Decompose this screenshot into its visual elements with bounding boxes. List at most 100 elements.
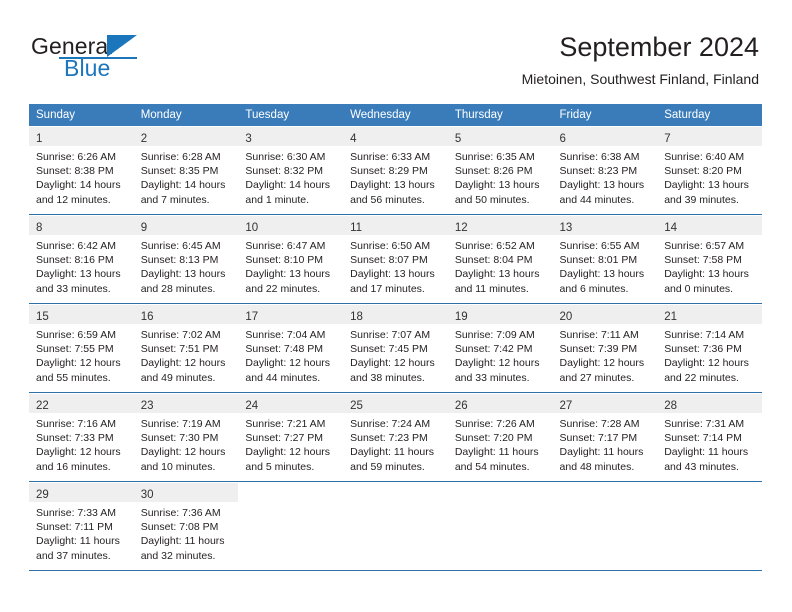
calendar-day-cell[interactable]: 27 Sunrise: 7:28 AM Sunset: 7:17 PM Dayligh… (552, 393, 658, 482)
sunset-text: Sunset: 8:01 PM (559, 254, 638, 267)
calendar-day-cell[interactable]: 17 Sunrise: 7:04 AM Sunset: 7:48 PM Dayligh… (238, 304, 344, 393)
calendar-day-cell[interactable]: 13 Sunrise: 6:55 AM Sunset: 8:01 PM Dayligh… (552, 215, 658, 304)
daylight-text-line1: Daylight: 13 hours (664, 268, 749, 281)
calendar-day-cell[interactable]: 15 Sunrise: 6:59 AM Sunset: 7:55 PM Dayligh… (29, 304, 134, 393)
calendar-day-cell[interactable]: 4 Sunrise: 6:33 AM Sunset: 8:29 PM Daylight… (343, 126, 448, 215)
calendar-week-row: 29 Sunrise: 7:33 AM Sunset: 7:11 PM Dayligh… (29, 482, 762, 571)
calendar-day-cell[interactable]: 14 Sunrise: 6:57 AM Sunset: 7:58 PM Dayligh… (657, 215, 762, 304)
sunset-text: Sunset: 7:30 PM (140, 432, 219, 445)
day-cell-body: 14 Sunrise: 6:57 AM Sunset: 7:58 PM Dayligh… (657, 215, 762, 304)
day-details: Sunrise: 7:11 AM Sunset: 7:39 PM Daylight:… (553, 324, 658, 385)
day-number: 7 (664, 133, 671, 145)
daylight-text-line1: Daylight: 12 hours (350, 357, 435, 370)
calendar-day-cell[interactable]: 19 Sunrise: 7:09 AM Sunset: 7:42 PM Dayligh… (447, 304, 553, 393)
day-cell-body: 15 Sunrise: 6:59 AM Sunset: 7:55 PM Dayligh… (29, 304, 134, 393)
calendar-day-cell[interactable]: 26 Sunrise: 7:26 AM Sunset: 7:20 PM Dayligh… (447, 393, 553, 482)
sunrise-text: Sunrise: 7:14 AM (664, 329, 745, 341)
calendar-empty-cell (343, 482, 448, 571)
calendar-day-cell[interactable]: 25 Sunrise: 7:24 AM Sunset: 7:23 PM Dayligh… (343, 393, 448, 482)
calendar-day-cell[interactable]: 23 Sunrise: 7:19 AM Sunset: 7:30 PM Dayligh… (133, 393, 239, 482)
day-number-band: 27 (552, 394, 658, 413)
daylight-text-line2: and 37 minutes. (36, 549, 111, 562)
calendar-page: General Blue September 2024 Mietoinen, S… (0, 0, 792, 612)
sunset-text: Sunset: 7:36 PM (664, 343, 742, 356)
day-number-band: 26 (447, 394, 553, 413)
sunrise-text: Sunrise: 7:09 AM (454, 329, 535, 341)
daylight-text-line2: and 38 minutes. (350, 371, 425, 384)
daylight-text-line2: and 44 minutes. (559, 193, 635, 206)
daylight-text-line2: and 10 minutes. (140, 460, 216, 473)
calendar-day-cell[interactable]: 30 Sunrise: 7:36 AM Sunset: 7:08 PM Dayligh… (133, 482, 239, 571)
calendar-day-cell[interactable]: 3 Sunrise: 6:30 AM Sunset: 8:32 PM Daylight… (238, 126, 344, 215)
brand-logo[interactable]: General Blue (31, 33, 261, 85)
calendar-day-cell[interactable]: 5 Sunrise: 6:35 AM Sunset: 8:26 PM Daylight… (447, 126, 553, 215)
calendar-day-cell[interactable]: 1 Sunrise: 6:26 AM Sunset: 8:38 PM Daylight… (29, 126, 134, 215)
sunrise-text: Sunrise: 7:02 AM (140, 329, 221, 341)
day-details: Sunrise: 6:52 AM Sunset: 8:04 PM Daylight:… (448, 235, 553, 296)
day-number-band (343, 483, 448, 502)
daylight-text-line2: and 27 minutes. (559, 371, 635, 384)
daylight-text-line1: Daylight: 12 hours (140, 446, 226, 459)
calendar-day-cell[interactable]: 10 Sunrise: 6:47 AM Sunset: 8:10 PM Dayligh… (238, 215, 344, 304)
day-number-band: 29 (29, 483, 134, 502)
day-number: 14 (664, 222, 678, 234)
calendar-day-cell[interactable]: 21 Sunrise: 7:14 AM Sunset: 7:36 PM Dayligh… (657, 304, 762, 393)
calendar-day-cell[interactable]: 28 Sunrise: 7:31 AM Sunset: 7:14 PM Dayligh… (657, 393, 762, 482)
day-number: 20 (559, 311, 573, 323)
calendar-day-cell[interactable]: 24 Sunrise: 7:21 AM Sunset: 7:27 PM Dayligh… (238, 393, 344, 482)
day-cell-body: 19 Sunrise: 7:09 AM Sunset: 7:42 PM Dayligh… (447, 304, 553, 393)
sunrise-text: Sunrise: 7:07 AM (350, 329, 431, 341)
day-cell-body: 3 Sunrise: 6:30 AM Sunset: 8:32 PM Daylight… (238, 126, 344, 215)
calendar-day-cell[interactable]: 22 Sunrise: 7:16 AM Sunset: 7:33 PM Dayligh… (29, 393, 134, 482)
day-cell-body (657, 482, 762, 571)
sunset-text: Sunset: 8:29 PM (350, 165, 428, 178)
calendar-day-cell[interactable]: 18 Sunrise: 7:07 AM Sunset: 7:45 PM Dayligh… (343, 304, 448, 393)
daylight-text-line1: Daylight: 12 hours (664, 357, 749, 370)
day-details: Sunrise: 6:26 AM Sunset: 8:38 PM Daylight:… (29, 146, 134, 207)
calendar-day-cell[interactable]: 20 Sunrise: 7:11 AM Sunset: 7:39 PM Dayligh… (552, 304, 658, 393)
page-header: General Blue September 2024 Mietoinen, S… (0, 0, 792, 100)
calendar-day-cell[interactable]: 9 Sunrise: 6:45 AM Sunset: 8:13 PM Daylight… (133, 215, 239, 304)
day-number-band: 3 (238, 127, 344, 146)
day-details: Sunrise: 7:33 AM Sunset: 7:11 PM Daylight:… (29, 502, 134, 563)
day-number: 15 (36, 311, 49, 323)
sunrise-text: Sunrise: 6:50 AM (350, 240, 431, 252)
day-number-band: 5 (447, 127, 553, 146)
daylight-text-line2: and 17 minutes. (350, 282, 425, 295)
day-number: 11 (350, 222, 363, 234)
sunset-text: Sunset: 7:17 PM (559, 432, 638, 445)
day-number: 23 (140, 400, 154, 412)
day-number: 4 (350, 133, 357, 145)
calendar-day-cell[interactable]: 16 Sunrise: 7:02 AM Sunset: 7:51 PM Dayligh… (133, 304, 239, 393)
day-number-band: 10 (238, 216, 344, 235)
calendar-day-cell[interactable]: 11 Sunrise: 6:50 AM Sunset: 8:07 PM Dayligh… (343, 215, 448, 304)
sunrise-text: Sunrise: 6:40 AM (664, 151, 745, 163)
week-separator-line (29, 481, 762, 482)
day-number-band: 21 (657, 305, 762, 324)
calendar-day-cell[interactable]: 12 Sunrise: 6:52 AM Sunset: 8:04 PM Dayligh… (447, 215, 553, 304)
daylight-text-line2: and 6 minutes. (559, 282, 629, 295)
sunset-text: Sunset: 8:38 PM (36, 165, 114, 178)
calendar-day-cell[interactable]: 8 Sunrise: 6:42 AM Sunset: 8:16 PM Daylight… (29, 215, 134, 304)
sunset-text: Sunset: 8:04 PM (454, 254, 533, 267)
daylight-text-line2: and 7 minutes. (140, 193, 210, 206)
daylight-text-line1: Daylight: 13 hours (559, 268, 645, 281)
day-cell-body (552, 482, 658, 571)
day-number: 1 (36, 133, 43, 145)
calendar-day-cell[interactable]: 7 Sunrise: 6:40 AM Sunset: 8:20 PM Daylight… (657, 126, 762, 215)
sunset-text: Sunset: 7:51 PM (140, 343, 219, 356)
day-number: 16 (140, 311, 154, 323)
calendar-day-cell[interactable]: 6 Sunrise: 6:38 AM Sunset: 8:23 PM Daylight… (552, 126, 658, 215)
day-cell-body: 2 Sunrise: 6:28 AM Sunset: 8:35 PM Daylight… (133, 126, 239, 215)
calendar-day-cell[interactable]: 2 Sunrise: 6:28 AM Sunset: 8:35 PM Daylight… (133, 126, 239, 215)
day-number: 3 (245, 133, 252, 145)
day-number: 19 (454, 311, 468, 323)
day-details: Sunrise: 6:40 AM Sunset: 8:20 PM Daylight:… (657, 146, 762, 207)
day-details: Sunrise: 7:26 AM Sunset: 7:20 PM Daylight:… (448, 413, 553, 474)
sunset-text: Sunset: 8:32 PM (245, 165, 324, 178)
calendar-bottom-line (29, 570, 762, 571)
title-block: September 2024 Mietoinen, Southwest Finl… (522, 30, 759, 89)
week-separator-line (29, 392, 762, 393)
calendar-day-cell[interactable]: 29 Sunrise: 7:33 AM Sunset: 7:11 PM Dayligh… (29, 482, 134, 571)
day-number-band (657, 483, 762, 502)
